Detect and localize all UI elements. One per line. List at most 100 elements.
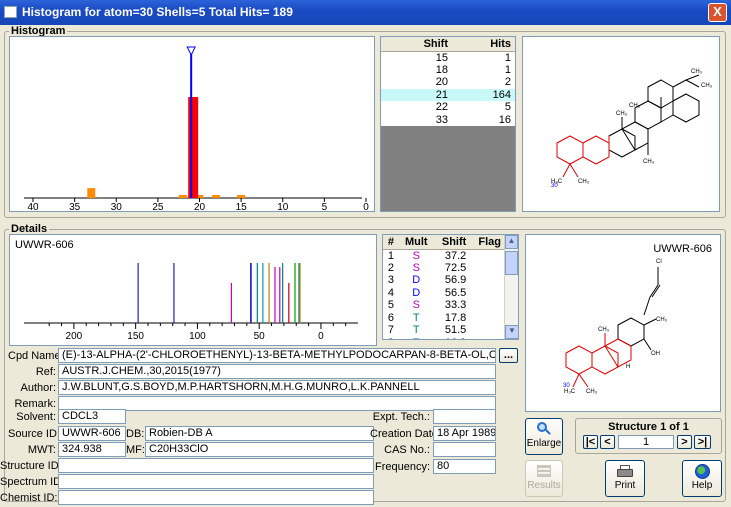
enlarge-button[interactable]: Enlarge	[525, 418, 563, 455]
table-row[interactable]: 21 164	[381, 88, 515, 101]
results-button[interactable]: Results	[525, 460, 563, 497]
cas-no-field[interactable]	[433, 442, 496, 457]
structure-id-field[interactable]	[58, 458, 374, 473]
expt-tech-field[interactable]	[433, 409, 496, 424]
hist-tick-label: 30	[111, 202, 123, 213]
mf-field[interactable]: C20H33ClO	[145, 442, 374, 457]
magnifier-icon	[536, 422, 552, 438]
hist-marker-triangle[interactable]	[186, 46, 196, 57]
peak-mult-header[interactable]: Mult	[398, 235, 434, 250]
help-button[interactable]: Help	[682, 460, 722, 497]
peak-shift-cell: 33.3	[444, 299, 467, 312]
spectrum-tick-label: 50	[254, 331, 266, 342]
peak-mult-cell: S	[412, 299, 420, 312]
hits-cell: 5	[504, 101, 511, 114]
table-row[interactable]: 7 T 51.5	[383, 324, 505, 337]
peak-mult-cell: D	[412, 286, 421, 299]
hits-cell: 164	[452, 88, 515, 101]
peak-num-cell: 1	[387, 249, 395, 262]
peak-num-header[interactable]: #	[383, 235, 399, 250]
table-row[interactable]: 3 D 56.9	[383, 274, 505, 287]
cpd-name-field[interactable]: (E)-13-ALPHA-(2'-CHLOROETHENYL)-13-BETA-…	[58, 348, 496, 363]
print-button[interactable]: Print	[605, 460, 645, 497]
hist-bar[interactable]	[178, 194, 187, 198]
structure-id-field-label: Structure ID:	[0, 460, 62, 472]
spectrum-tick-label: 150	[127, 331, 144, 342]
cpd-name-more-button[interactable]: ...	[499, 348, 518, 363]
peak-num-cell: 6	[387, 311, 395, 324]
peak-table-scrollbar[interactable]: ▲ ▼	[504, 235, 518, 339]
peak-flag-cell	[470, 274, 505, 287]
peak-num-cell: 3	[387, 274, 395, 287]
peak-mult-cell: D	[412, 274, 421, 287]
hist-bar[interactable]	[237, 195, 246, 198]
cas-no-label: CAS No.:	[384, 444, 430, 456]
hits-column-header[interactable]: Hits	[452, 37, 515, 52]
table-row[interactable]: 5 S 33.3	[383, 299, 505, 312]
scroll-up-arrow[interactable]: ▲	[505, 235, 518, 249]
expt-tech-label: Expt. Tech.:	[372, 411, 430, 423]
chemist-id-field[interactable]	[58, 490, 374, 505]
peak-flag-cell	[470, 312, 505, 325]
spectrum-chart[interactable]: UWWR-606 200 150 100 50 0	[9, 234, 377, 346]
hist-tick-label: 25	[152, 202, 164, 213]
spectrum-id-field[interactable]	[58, 474, 374, 489]
peak-shift-cell: 37.2	[444, 249, 467, 262]
solvent-field[interactable]: CDCL3	[58, 409, 126, 424]
shift-column-header[interactable]: Shift	[381, 37, 453, 52]
table-row[interactable]: 18 1	[381, 64, 515, 77]
peak-flag-cell	[470, 249, 505, 262]
mwt-field[interactable]: 324.938	[58, 442, 126, 457]
peak-num-cell: 2	[387, 261, 395, 274]
peak-num-cell: 7	[387, 324, 395, 337]
author-field[interactable]: J.W.BLUNT,G.S.BOYD,M.P.HARTSHORN,M.H.G.M…	[58, 380, 496, 395]
hist-tick-label: 20	[194, 202, 206, 213]
table-row[interactable]: 6 T 17.8	[383, 312, 505, 325]
svg-text:CH₃: CH₃	[629, 103, 641, 109]
mwt-label: MWT:	[27, 444, 56, 456]
hist-bar[interactable]	[188, 97, 199, 198]
peak-table[interactable]: # Mult Shift Flag 1 S 37.2 2 S 72.5 3 D 56.9 4 D 56…	[382, 234, 519, 340]
hist-bar[interactable]	[212, 195, 221, 198]
table-row[interactable]: 33 16	[381, 114, 515, 127]
scroll-thumb[interactable]	[505, 251, 518, 275]
table-row[interactable]: 4 D 56.5	[383, 287, 505, 300]
ref-label: Ref:	[35, 366, 56, 378]
db-field[interactable]: Robien-DB A	[145, 426, 374, 441]
last-structure-button[interactable]: >|	[694, 435, 711, 449]
printer-icon	[617, 465, 633, 478]
table-row[interactable]: 15 1	[381, 51, 515, 64]
ref-field[interactable]: AUSTR.J.CHEM.,30,2015(1977)	[58, 364, 496, 379]
scroll-down-arrow[interactable]: ▼	[505, 325, 518, 339]
structure-number-field[interactable]: 1	[618, 435, 674, 449]
hits-cell: 2	[504, 76, 511, 89]
peak-num-cell: 8	[383, 337, 399, 339]
table-row[interactable]: 8T16.9	[383, 337, 505, 339]
table-row[interactable]: 22 5	[381, 101, 515, 114]
close-button[interactable]: X	[708, 3, 727, 22]
creation-date-field[interactable]: 18 Apr 1989	[433, 426, 496, 441]
hist-bar[interactable]	[87, 188, 96, 198]
table-row[interactable]: 20 2	[381, 76, 515, 89]
table-row[interactable]: 1 S 37.2	[383, 249, 505, 262]
remark-label: Remark:	[14, 398, 56, 410]
peak-shift-header[interactable]: Shift	[433, 235, 471, 250]
db-label: DB:	[126, 428, 145, 440]
shift-cell: 33	[435, 113, 449, 126]
shift-hits-table[interactable]: Shift Hits 15 1 18 1 20 2 21 164 22 5 33 16	[380, 36, 516, 212]
prev-structure-button[interactable]: <	[600, 435, 615, 449]
next-structure-button[interactable]: >	[677, 435, 692, 449]
peak-shift-cell: 16.9	[434, 337, 471, 339]
svg-text:H: H	[626, 364, 630, 370]
spectrum-tick-label: 200	[66, 331, 83, 342]
peak-flag-header[interactable]: Flag	[470, 235, 505, 250]
source-id-field[interactable]: UWWR-606	[58, 426, 126, 441]
table-row[interactable]: 2 S 72.5	[383, 262, 505, 275]
spectrum-tick-label: 0	[318, 331, 324, 342]
first-structure-button[interactable]: |<	[583, 435, 598, 449]
histogram-chart[interactable]: 40 35 30 25 20 15 10 5 0	[9, 36, 375, 213]
source-id-label: Source ID:	[8, 428, 60, 440]
peak-num-cell: 5	[387, 299, 395, 312]
frequency-field[interactable]: 80	[433, 459, 496, 474]
spectrum-id-field-label: Spectrum ID:	[0, 476, 65, 488]
